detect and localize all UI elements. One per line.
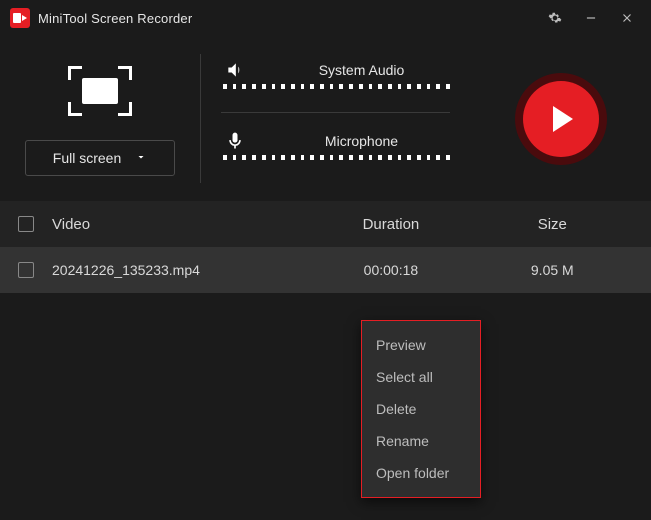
menu-rename[interactable]: Rename [362, 425, 480, 457]
record-button[interactable] [523, 81, 599, 157]
microphone-toggle[interactable]: Microphone [221, 125, 450, 155]
close-icon [620, 11, 634, 25]
recordings-table-header: Video Duration Size [0, 201, 651, 247]
chevron-down-icon [135, 150, 147, 166]
table-row[interactable]: 20241226_135233.mp4 00:00:18 9.05 M [0, 247, 651, 293]
menu-open-folder[interactable]: Open folder [362, 457, 480, 489]
context-menu: Preview Select all Delete Rename Open fo… [361, 320, 481, 498]
menu-select-all[interactable]: Select all [362, 361, 480, 393]
column-header-video: Video [52, 216, 310, 233]
app-logo-icon [10, 8, 30, 28]
microphone-level[interactable] [221, 155, 450, 169]
recording-size: 9.05 M [472, 262, 633, 278]
menu-delete[interactable]: Delete [362, 393, 480, 425]
menu-preview[interactable]: Preview [362, 329, 480, 361]
settings-button[interactable] [537, 0, 573, 36]
capture-mode-label: Full screen [53, 150, 121, 166]
recording-duration: 00:00:18 [310, 262, 471, 278]
recording-name: 20241226_135233.mp4 [52, 262, 310, 278]
microphone-icon [221, 131, 249, 151]
play-icon [553, 106, 573, 132]
recorder-panel: Full screen System Audio Microphone [0, 36, 651, 201]
microphone-label: Microphone [273, 133, 450, 149]
gear-icon [548, 11, 562, 25]
column-header-duration: Duration [310, 216, 471, 233]
speaker-icon [221, 60, 249, 80]
minimize-icon [584, 11, 598, 25]
system-audio-level[interactable] [221, 84, 450, 98]
close-button[interactable] [609, 0, 645, 36]
title-bar: MiniTool Screen Recorder [0, 0, 651, 36]
column-header-size: Size [472, 216, 633, 233]
system-audio-label: System Audio [273, 62, 450, 78]
row-checkbox[interactable] [18, 262, 34, 278]
system-audio-toggle[interactable]: System Audio [221, 54, 450, 84]
capture-region-icon[interactable] [68, 66, 132, 116]
select-all-checkbox[interactable] [18, 216, 34, 232]
app-title: MiniTool Screen Recorder [38, 11, 192, 26]
minimize-button[interactable] [573, 0, 609, 36]
capture-mode-dropdown[interactable]: Full screen [25, 140, 175, 176]
